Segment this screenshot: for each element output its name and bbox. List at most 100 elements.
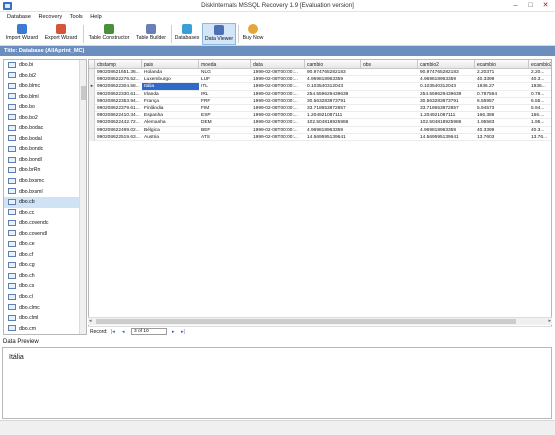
prev-record-icon[interactable]: ◂ [122, 329, 125, 335]
export-wizard-button[interactable]: Export Wizard [42, 23, 80, 45]
table-cell[interactable]: 1999-02-08T00:00:... [251, 105, 305, 112]
table-cell[interactable]: IRL [199, 91, 251, 98]
table-cell[interactable]: FRF [199, 98, 251, 105]
grid-scroll-thumb[interactable] [96, 319, 516, 324]
table-cell[interactable]: 13.76... [529, 134, 551, 141]
table-cell[interactable]: 40.3399 [475, 127, 529, 134]
table-cell[interactable]: 1999-02-08T00:00:... [251, 98, 305, 105]
table-cell[interactable]: 5.94573 [475, 105, 529, 112]
table-row[interactable]: 990208622442.72... Alemanha DEM 1999-02-08T… [89, 119, 551, 127]
sidebar-item[interactable]: dbo.bo [4, 102, 86, 113]
buy-now-button[interactable]: Buy Now [240, 23, 266, 45]
page-indicator[interactable]: 3 of 10 [131, 328, 167, 335]
sidebar-item[interactable]: dbo.cn.i [4, 334, 86, 335]
scroll-left-icon[interactable]: ◂ [89, 318, 92, 324]
table-cell[interactable] [361, 91, 418, 98]
sidebar-item[interactable]: dbo.clml [4, 313, 86, 324]
table-cell[interactable]: 0.103540312043 [305, 83, 361, 90]
table-cell[interactable]: 5.94... [529, 105, 551, 112]
table-cell[interactable]: 40.3399 [475, 76, 529, 83]
table-cell[interactable]: 30.563283873791 [305, 98, 361, 105]
table-row[interactable]: 990208622353.94... França FRF 1999-02-08T00… [89, 97, 551, 105]
column-header[interactable]: obs [361, 60, 418, 69]
table-cell[interactable]: 1999-02-08T00:00:... [251, 91, 305, 98]
last-record-icon[interactable]: ▸| [181, 329, 185, 335]
table-cell[interactable]: 102.504818925986 [418, 119, 475, 126]
table-cell[interactable]: ESP [199, 112, 251, 119]
table-cell[interactable]: 2.20371 [475, 69, 529, 76]
table-cell[interactable]: 254.559629439639 [305, 91, 361, 98]
column-header[interactable]: ecambio2 [529, 60, 551, 69]
close-button[interactable]: ✕ [538, 0, 553, 11]
table-cell[interactable]: 990208622410.34... [95, 112, 142, 119]
sidebar-scrollbar[interactable] [79, 60, 86, 334]
table-cell[interactable]: Austria [142, 134, 199, 141]
table-cell[interactable]: 990208621651.36... [95, 69, 142, 76]
maximize-button[interactable]: □ [523, 0, 538, 11]
table-cell[interactable]: 1936.27 [475, 83, 529, 90]
grid-horizontal-scrollbar[interactable]: ◂ ▸ [88, 317, 552, 325]
table-cell[interactable]: 6.55... [529, 98, 551, 105]
column-header[interactable]: moeda [199, 60, 251, 69]
first-record-icon[interactable]: |◂ [111, 329, 115, 335]
table-cell[interactable]: 14.569595139641 [418, 134, 475, 141]
minimize-button[interactable]: – [508, 0, 523, 11]
table-cell[interactable]: 1999-02-08T00:00:... [251, 83, 305, 90]
column-header[interactable]: ecambio [475, 60, 529, 69]
column-header[interactable]: data [251, 60, 305, 69]
table-cell[interactable] [361, 69, 418, 76]
sidebar-item[interactable]: dbo.blml [4, 92, 86, 103]
table-cell[interactable] [361, 98, 418, 105]
table-cell[interactable]: 1.95... [529, 119, 551, 126]
table-cell[interactable]: 1999-02-08T00:00:... [251, 134, 305, 141]
table-cell[interactable]: 990208622379.61... [95, 105, 142, 112]
table-cell[interactable]: Irlanda [142, 91, 199, 98]
scroll-right-icon[interactable]: ▸ [548, 318, 551, 324]
table-builder-button[interactable]: Table Builder [133, 23, 169, 45]
table-cell[interactable]: 0.78... [529, 91, 551, 98]
table-cell[interactable]: 90.974765282183 [305, 69, 361, 76]
sidebar-item[interactable]: dbo.brRn [4, 165, 86, 176]
sidebar-scroll-thumb[interactable] [81, 86, 86, 100]
table-cell[interactable]: BEF [199, 127, 251, 134]
table-cell[interactable]: 990208622330.61... [95, 91, 142, 98]
table-cell[interactable]: França [142, 98, 199, 105]
table-constructor-button[interactable]: Table Constructor [86, 23, 132, 45]
table-cell[interactable] [361, 127, 418, 134]
table-cell[interactable]: 40.3... [529, 76, 551, 83]
table-row[interactable]: 990208622410.34... Espanha ESP 1999-02-08T0… [89, 112, 551, 120]
sidebar-item[interactable]: dbo.bodac [4, 123, 86, 134]
table-cell[interactable]: 40.3... [529, 127, 551, 134]
table-cell[interactable]: Espanha [142, 112, 199, 119]
sidebar-item[interactable]: dbo.cl [4, 292, 86, 303]
table-cell[interactable]: 13.7603 [475, 134, 529, 141]
table-cell[interactable]: DEM [199, 119, 251, 126]
table-row[interactable]: 990208622276.52... Luxemburgo LUF 1999-02-0… [89, 76, 551, 84]
sidebar-item[interactable]: dbo.bi2 [4, 71, 86, 82]
table-cell[interactable]: 4.969818963359 [418, 76, 475, 83]
table-cell[interactable] [361, 119, 418, 126]
table-cell[interactable]: Alemanha [142, 119, 199, 126]
table-row[interactable]: 990208622304.58...ItáliaITL1999-02-08T00… [89, 83, 551, 91]
table-cell[interactable]: 1.204921087111 [418, 112, 475, 119]
sidebar-item[interactable]: dbo.cc [4, 208, 86, 219]
table-list[interactable]: dbo.bi dbo.bi2 dbo.blmc dbo.blml dbo.bo dbo.b… [3, 59, 87, 335]
table-cell[interactable] [361, 112, 418, 119]
table-row[interactable]: 990208622499.02... Bélgica BEF 1999-02-08T0… [89, 126, 551, 134]
sidebar-item[interactable]: dbo.blmc [4, 81, 86, 92]
table-cell[interactable] [361, 134, 418, 141]
table-cell[interactable]: 2.20... [529, 69, 551, 76]
sidebar-item[interactable]: dbo.covendc [4, 218, 86, 229]
table-cell[interactable]: 0.787564 [475, 91, 529, 98]
table-cell[interactable]: 1999-02-08T00:00:... [251, 69, 305, 76]
table-cell[interactable]: 990208622499.02... [95, 127, 142, 134]
table-cell[interactable]: 6.55957 [475, 98, 529, 105]
table-cell[interactable]: 1999-02-08T00:00:... [251, 112, 305, 119]
sidebar-item[interactable]: dbo.clmc [4, 303, 86, 314]
column-header[interactable]: cambio2 [418, 60, 475, 69]
table-cell[interactable]: Finlândia [142, 105, 199, 112]
sidebar-item[interactable]: dbo.ce [4, 239, 86, 250]
sidebar-item[interactable]: dbo.bondc [4, 144, 86, 155]
menu-help[interactable]: Help [87, 12, 105, 20]
table-cell[interactable]: 990208622353.94... [95, 98, 142, 105]
